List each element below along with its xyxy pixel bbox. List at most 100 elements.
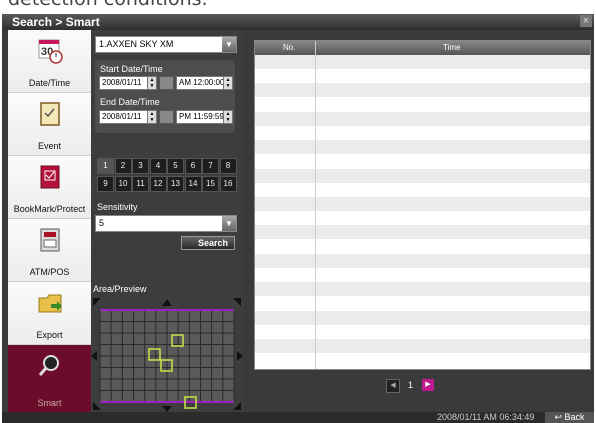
title-bar: Search > Smart × (2, 14, 594, 30)
end-datetime-label: End Date/Time (100, 97, 160, 107)
sidebar-item-label: Export (36, 330, 63, 340)
area-preview-grid[interactable] (91, 296, 243, 412)
table-row[interactable] (255, 211, 590, 225)
sidebar-item-event[interactable]: Event (8, 93, 91, 156)
arrow-left-icon (91, 351, 97, 361)
table-row[interactable] (255, 325, 590, 339)
table-row[interactable] (255, 69, 590, 83)
table-row[interactable] (255, 126, 590, 140)
sidebar-item-export[interactable]: Export (8, 282, 91, 345)
table-header: No. Time (255, 41, 590, 55)
channel-button-4[interactable]: 4 (149, 158, 167, 174)
table-row[interactable] (255, 282, 590, 297)
channel-button-11[interactable]: 11 (132, 176, 149, 192)
channel-button-5[interactable]: 5 (167, 158, 184, 174)
sidebar-item-bookmark-protect[interactable]: BookMark/Protect (8, 156, 91, 219)
sidebar-item-label: ATM/POS (29, 267, 70, 277)
channel-button-6[interactable]: 6 (184, 158, 202, 174)
calendar-icon[interactable] (159, 76, 174, 90)
table-row[interactable] (255, 111, 590, 126)
sidebar-item-label: Date/Time (28, 78, 71, 88)
table-row[interactable] (255, 353, 590, 367)
column-header-time: Time (443, 43, 461, 52)
table-row[interactable] (255, 98, 590, 112)
channel-button-16[interactable]: 16 (219, 176, 237, 192)
bottom-right-corner-handle (233, 402, 241, 410)
start-date-field[interactable]: 2008/01/11 (99, 76, 148, 90)
start-date-spinner[interactable]: ▲ ▼ (147, 76, 157, 90)
sidebar-item-atm-pos[interactable]: ATM/POS (8, 219, 91, 282)
next-page-icon[interactable]: ▶ (422, 379, 434, 391)
calendar-icon[interactable] (159, 110, 174, 124)
filter-panel: 1.AXXEN SKY XM ▼ Start Date/Time 2008/01… (91, 30, 243, 412)
table-row[interactable] (255, 268, 590, 282)
channel-button-8[interactable]: 8 (219, 158, 237, 174)
current-datetime: 2008/01/11 AM 06:34:49 (437, 412, 535, 422)
channel-button-13[interactable]: 13 (167, 176, 184, 192)
bookmark-icon (40, 165, 60, 189)
channel-button-3[interactable]: 3 (132, 158, 149, 174)
end-date-spinner[interactable]: ▲ ▼ (147, 110, 157, 124)
calendar-clock-icon: 30 (38, 39, 63, 64)
top-right-corner-handle (233, 298, 241, 306)
table-row[interactable] (255, 140, 590, 155)
table-row[interactable] (255, 83, 590, 98)
chevron-down-icon: ▼ (222, 37, 236, 52)
camera-select[interactable]: 1.AXXEN SKY XM ▼ (95, 36, 237, 53)
table-row[interactable] (255, 225, 590, 240)
channel-button-12[interactable]: 12 (149, 176, 167, 192)
area-preview-label: Area/Preview (93, 284, 147, 294)
table-row[interactable] (255, 55, 590, 69)
chevron-down-icon: ▼ (222, 216, 236, 231)
channel-button-10[interactable]: 10 (114, 176, 132, 192)
end-time-field[interactable]: PM 11:59:59 (176, 110, 224, 124)
top-left-corner-handle (93, 298, 101, 306)
table-row[interactable] (255, 183, 590, 197)
channel-button-14[interactable]: 14 (184, 176, 202, 192)
channel-button-1[interactable]: 1 (97, 158, 114, 174)
date-time-range: Start Date/Time 2008/01/11 ▲ ▼ AM 12:00:0… (95, 60, 235, 133)
atm-icon (40, 228, 60, 252)
table-row[interactable] (255, 310, 590, 325)
results-table: No. Time (254, 40, 591, 370)
sidebar-item-label: BookMark/Protect (13, 204, 86, 214)
prev-page-icon[interactable]: ◀ (386, 379, 400, 393)
channel-button-7[interactable]: 7 (202, 158, 219, 174)
table-row[interactable] (255, 253, 590, 268)
clipboard-icon (40, 102, 60, 126)
channel-button-15[interactable]: 15 (202, 176, 219, 192)
status-bar: 2008/01/11 AM 06:34:49 ↩ Back (2, 412, 594, 423)
sidebar-item-smart[interactable]: Smart (8, 345, 91, 413)
sidebar-item-label: Smart (37, 398, 62, 408)
close-icon[interactable]: × (580, 15, 592, 27)
table-row[interactable] (255, 197, 590, 211)
table-row[interactable] (255, 296, 590, 310)
table-row[interactable] (255, 339, 590, 353)
results-panel: No. Time ◀ 1 ▶ (243, 30, 594, 412)
bottom-left-corner-handle (93, 402, 101, 410)
start-datetime-label: Start Date/Time (100, 64, 163, 74)
channel-button-2[interactable]: 2 (114, 158, 132, 174)
page-number: 1 (408, 380, 414, 390)
sidebar-item-date-time[interactable]: 30 Date/Time (8, 30, 91, 93)
column-header-no: No. (283, 43, 296, 52)
sensitivity-select[interactable]: 5 ▼ (95, 215, 237, 232)
table-row[interactable] (255, 168, 590, 183)
sidebar: 30 Date/Time Event BookMark/Protect ATM/… (8, 30, 91, 413)
smart-search-window: Search > Smart × 30 Date/Time Event Book… (2, 14, 594, 423)
end-time-spinner[interactable]: ▲ ▼ (223, 110, 233, 124)
arrow-up-icon (162, 299, 172, 306)
end-date-field[interactable]: 2008/01/11 (99, 110, 148, 124)
window-title: Search > Smart (12, 15, 100, 29)
start-time-spinner[interactable]: ▲ ▼ (223, 76, 233, 90)
magnifier-icon (38, 355, 59, 376)
start-time-field[interactable]: AM 12:00:00 (176, 76, 224, 90)
back-button[interactable]: ↩ Back (545, 412, 594, 423)
column-divider (315, 41, 316, 369)
top-caption: detection conditions. (0, 0, 596, 14)
search-button[interactable]: Search (181, 236, 235, 250)
table-row[interactable] (255, 154, 590, 168)
table-row[interactable] (255, 240, 590, 254)
sidebar-item-label: Event (37, 141, 61, 151)
channel-button-9[interactable]: 9 (97, 176, 114, 192)
